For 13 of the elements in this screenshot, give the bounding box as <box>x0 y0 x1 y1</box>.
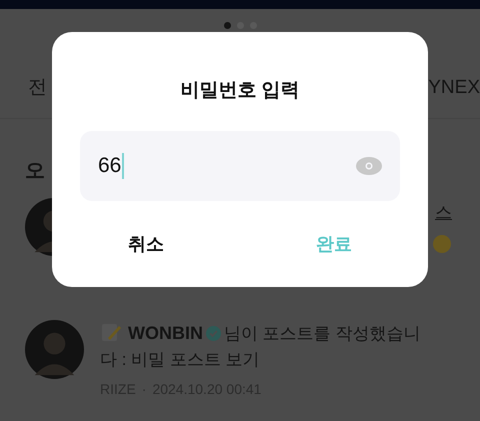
confirm-button[interactable]: 완료 <box>240 226 428 262</box>
avatar <box>25 320 84 379</box>
separator: · <box>142 380 146 399</box>
tab[interactable]: YNEX <box>428 74 480 103</box>
dialog-title: 비밀번호 입력 <box>180 79 300 103</box>
post-link[interactable]: 스 <box>435 200 452 226</box>
eye-icon[interactable] <box>356 156 382 174</box>
text-cursor <box>122 152 124 178</box>
password-value: 66 <box>98 152 122 179</box>
memo-icon <box>100 321 122 343</box>
password-field[interactable]: 66 <box>80 130 400 200</box>
cancel-button[interactable]: 취소 <box>52 226 240 262</box>
emoji-icon <box>432 234 452 254</box>
